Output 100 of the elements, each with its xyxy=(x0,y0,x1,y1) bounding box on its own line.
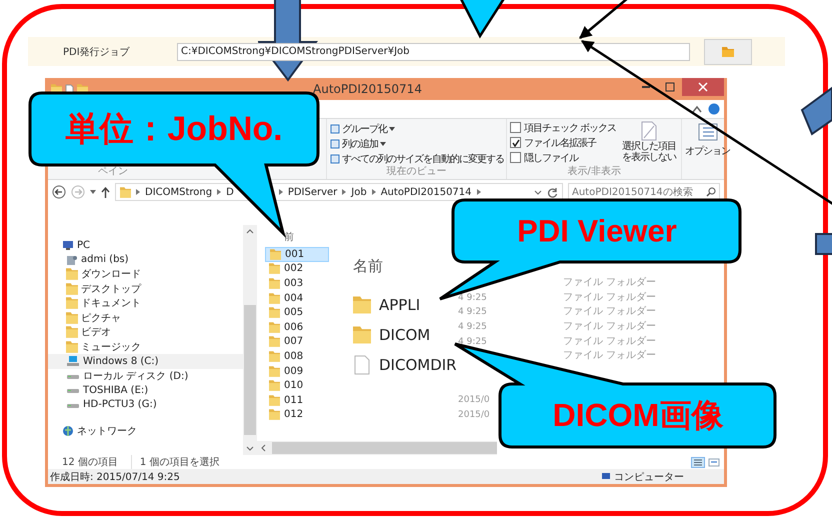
breadcrumb[interactable]: PDIServer xyxy=(288,186,338,198)
file-item[interactable]: APPLI xyxy=(353,290,458,320)
folder-item[interactable]: 009 xyxy=(265,364,329,378)
folder-item[interactable]: 008 xyxy=(265,349,329,364)
date-cell-text: 4 9:25 xyxy=(458,306,488,320)
caret-icon xyxy=(90,190,96,194)
folder-icon xyxy=(270,248,281,260)
breadcrumb[interactable]: Job xyxy=(351,186,367,198)
chevron-icon xyxy=(476,189,481,195)
type-cell-text: ファイル フォルダー xyxy=(563,320,658,334)
details-view-icon xyxy=(691,456,705,468)
nav-item[interactable]: Windows 8 (C:) xyxy=(48,354,243,368)
refresh-icon xyxy=(547,186,558,198)
breadcrumb[interactable]: AutoPDI20150714 xyxy=(380,186,472,198)
date-cell-text: 2015/0 xyxy=(458,394,491,407)
folder-item[interactable]: 006 xyxy=(265,320,329,335)
scrollbar[interactable] xyxy=(257,441,497,455)
maximize-icon xyxy=(665,82,675,92)
file-item[interactable]: DICOMDIR xyxy=(353,350,458,380)
options-icon xyxy=(698,123,718,141)
chevron-down-icon xyxy=(246,446,254,451)
user-icon xyxy=(66,254,78,266)
date-cell-text: 4 9:25 xyxy=(458,336,488,349)
callout-text: 単位：JobNo. xyxy=(65,112,283,146)
folder-item[interactable]: 010 xyxy=(265,378,329,393)
chevron-icon xyxy=(217,189,222,195)
type-cell-text: ファイル フォルダー xyxy=(563,290,658,305)
nav-item[interactable]: admi (bs) xyxy=(48,252,243,267)
chevron-icon xyxy=(372,189,376,195)
checkbox-label: ファイル名拡張子 xyxy=(524,136,596,150)
chevron-icon xyxy=(342,189,346,195)
checkbox[interactable] xyxy=(510,137,521,148)
breadcrumb[interactable]: D xyxy=(226,186,234,198)
search-icon xyxy=(706,187,716,197)
nav-item[interactable]: ローカル ディスク (D:) xyxy=(48,368,243,383)
close-button[interactable] xyxy=(682,78,724,96)
type-cell-text: ファイル フォルダー xyxy=(563,276,658,290)
check-icon xyxy=(512,138,520,146)
callout-text: DICOM画像 xyxy=(552,399,724,431)
arrow-drawing xyxy=(800,86,832,136)
nav-item[interactable]: ミュージック xyxy=(48,340,243,354)
folder-icon xyxy=(353,326,371,344)
folder-icon xyxy=(269,278,280,289)
callout-tail xyxy=(458,0,508,38)
folder-item[interactable]: 012 xyxy=(265,408,329,422)
folder-icon xyxy=(269,292,280,304)
checkbox[interactable] xyxy=(510,152,521,163)
folder-item[interactable]: 004 xyxy=(265,290,329,306)
nav-item[interactable]: TOSHIBA (E:) xyxy=(48,383,243,398)
nav-item[interactable]: ネットワーク xyxy=(48,424,243,438)
nav-item[interactable]: ビデオ xyxy=(48,325,243,340)
folder-icon xyxy=(66,268,78,280)
folder-icon xyxy=(66,340,78,353)
back-icon xyxy=(52,185,66,199)
chevron-up-icon xyxy=(692,105,702,113)
folder-item[interactable]: 005 xyxy=(265,305,329,320)
path-field[interactable]: C:¥DICOMStrong¥DICOMStrongPDIServer¥Job xyxy=(177,42,690,60)
breadcrumb[interactable]: DICOMStrong xyxy=(145,186,212,198)
date-cell-text: 2015/0 xyxy=(458,408,491,422)
scroll-thumb[interactable] xyxy=(244,305,256,435)
up-arrow-icon xyxy=(101,186,110,198)
date-cell-text: 4 9:25 xyxy=(458,320,488,334)
ribbon-command[interactable]: すべての列のサイズを自動的に変更する xyxy=(330,152,504,166)
field-label: PDI発行ジョブ xyxy=(63,46,131,58)
nav-item[interactable]: HD-PCTU3 (G:) xyxy=(48,398,243,412)
chevron-left-icon xyxy=(261,444,266,452)
column-header[interactable]: 前 xyxy=(265,225,333,247)
nav-item[interactable]: ダウンロード xyxy=(48,267,243,282)
file-icon xyxy=(353,355,371,375)
callout-text: PDI Viewer xyxy=(517,216,677,246)
computer-icon xyxy=(601,472,611,481)
hide-selected-button[interactable]: 選択した項目を表示しない xyxy=(620,141,678,163)
close-icon xyxy=(698,82,708,92)
nav-item[interactable]: デスクトップ xyxy=(48,282,243,296)
type-cell-text: ファイル フォルダー xyxy=(563,349,658,364)
ribbon-command[interactable]: 列の追加 xyxy=(330,137,386,151)
minimize-icon xyxy=(642,86,650,88)
chevron-icon xyxy=(278,189,283,195)
folder-item[interactable]: 007 xyxy=(265,334,329,350)
folder-item[interactable]: 011 xyxy=(265,392,329,408)
location-label: コンピューター xyxy=(614,470,684,484)
folder-icon xyxy=(269,366,280,377)
search-field[interactable]: AutoPDI20150714の検索 xyxy=(568,183,720,201)
file-item[interactable]: DICOM xyxy=(353,320,458,350)
chevron-icon xyxy=(136,189,140,195)
nav-item[interactable]: PC xyxy=(48,238,243,252)
scrollbar[interactable] xyxy=(243,225,257,455)
column-header[interactable]: 名前 xyxy=(353,257,458,276)
drive-icon xyxy=(66,355,80,368)
ribbon-command[interactable]: グループ化 xyxy=(330,122,395,136)
nav-item[interactable]: ピクチャ xyxy=(48,310,243,325)
scroll-thumb[interactable] xyxy=(272,442,497,454)
folder-icon xyxy=(120,186,131,198)
folder-item[interactable]: 001 xyxy=(265,247,329,262)
folder-item[interactable]: 002 xyxy=(265,262,329,276)
nav-item[interactable]: ドキュメント xyxy=(48,296,243,310)
folder-item[interactable]: 003 xyxy=(265,276,329,291)
checkbox[interactable] xyxy=(510,122,521,133)
group-label: 表示/非表示 xyxy=(566,166,622,179)
forward-icon xyxy=(71,185,85,199)
